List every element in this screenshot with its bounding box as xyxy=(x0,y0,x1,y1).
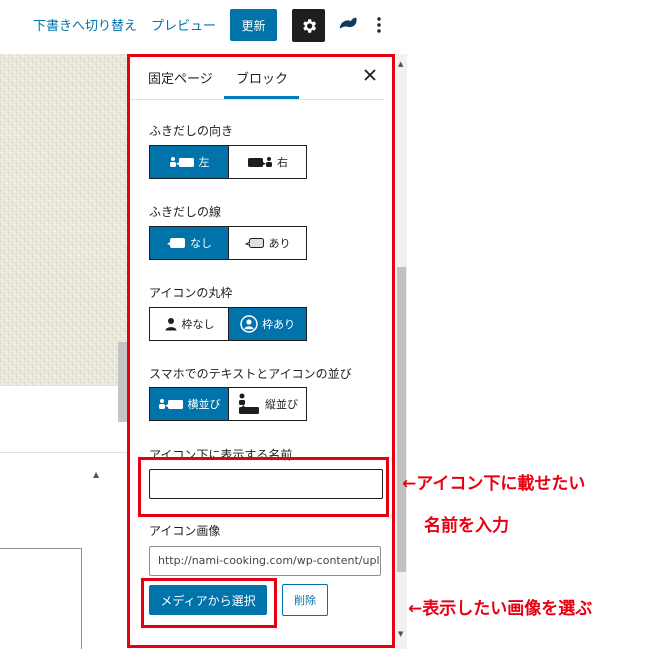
image-hint: ←表示したい画像を選ぶ xyxy=(408,599,593,619)
gear-icon xyxy=(302,18,316,33)
editor-divider xyxy=(0,452,128,453)
preview-button[interactable]: プレビュー xyxy=(151,15,216,34)
swell-logo-icon[interactable] xyxy=(337,14,359,36)
editor-scrollbar[interactable] xyxy=(118,342,127,422)
linen-background-image xyxy=(0,54,128,386)
scroll-up-icon[interactable]: ▲ xyxy=(398,60,403,68)
sidebar-highlight-frame xyxy=(127,54,395,648)
scroll-down-icon[interactable]: ▼ xyxy=(398,630,403,638)
collapse-up-icon[interactable]: ▲ xyxy=(93,470,99,479)
sidebar-scrollbar-thumb[interactable] xyxy=(397,267,406,572)
name-input-highlight-frame xyxy=(138,457,389,517)
switch-to-draft-button[interactable]: 下書きへ切り替え xyxy=(33,15,137,34)
editor-toolbar: 下書きへ切り替え プレビュー 更新 xyxy=(0,0,647,50)
update-button[interactable]: 更新 xyxy=(230,9,277,41)
name-hint-line1: ←アイコン下に載せたい xyxy=(402,474,586,494)
settings-button[interactable] xyxy=(292,9,325,42)
editor-block-placeholder[interactable] xyxy=(0,548,82,649)
vertical-ellipsis-icon[interactable] xyxy=(374,14,384,36)
name-hint-line2: 名前を入力 xyxy=(424,516,509,536)
media-button-highlight-frame xyxy=(141,578,277,628)
